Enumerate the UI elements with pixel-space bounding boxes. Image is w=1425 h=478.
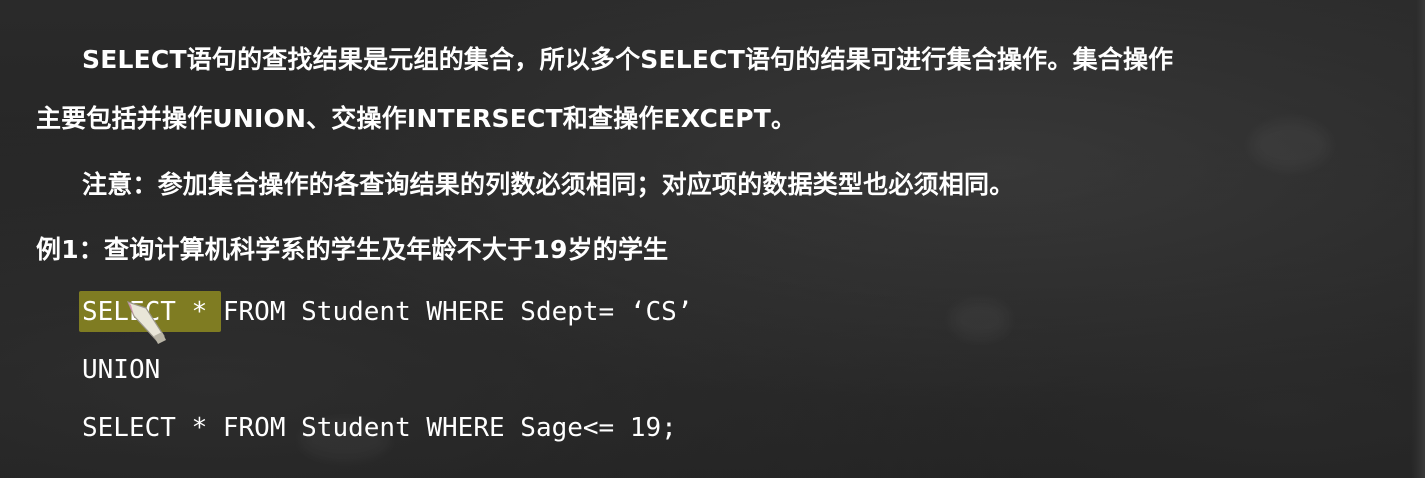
chalk-smudge <box>1250 120 1330 170</box>
chalk-smudge <box>950 300 1010 340</box>
example-title: 例1：查询计算机科学系的学生及年龄不大于19岁的学生 <box>36 235 669 264</box>
note-text: 注意：参加集合操作的各查询结果的列数必须相同；对应项的数据类型也必须相同。 <box>82 170 1015 199</box>
code-line-select-sage: SELECT * FROM Student WHERE Sage<= 19; <box>82 413 677 443</box>
code-line-select-cs: SELECT * FROM Student WHERE Sdept= ‘CS’ <box>82 297 693 327</box>
code-line-union: UNION <box>82 355 161 385</box>
paragraph-1-line-2: 主要包括并操作UNION、交操作INTERSECT和查操作EXCEPT。 <box>36 104 797 133</box>
paragraph-1-line-1: SELECT语句的查找结果是元组的集合，所以多个SELECT语句的结果可进行集合… <box>82 45 1174 74</box>
slide-edge <box>1411 0 1425 478</box>
chalk-pen-cursor-icon <box>126 301 166 344</box>
